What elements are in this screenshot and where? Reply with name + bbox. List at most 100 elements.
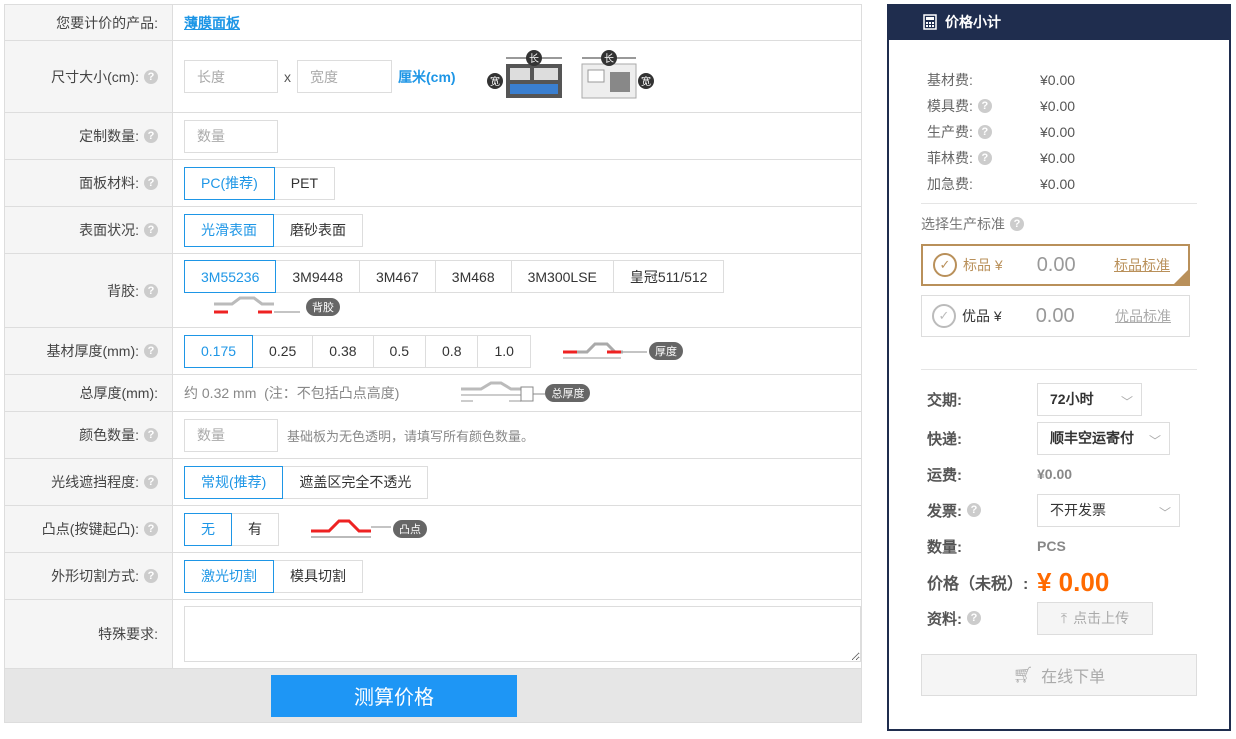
adhesive-option[interactable]: 3M467 [358, 260, 436, 293]
express-row: 快递: 顺丰空运寄付 ﹀ [889, 420, 1229, 456]
cutting-option[interactable]: 激光切割 [184, 559, 274, 593]
svg-text:长: 长 [604, 53, 614, 65]
thickness-label: 基材厚度(mm):? [5, 328, 173, 374]
adhesive-layer-icon [214, 296, 300, 314]
bump-option[interactable]: 有 [231, 512, 279, 546]
length-input[interactable]: 长度 [184, 60, 278, 93]
adhesive-option[interactable]: 3M9448 [275, 260, 360, 293]
product-link[interactable]: 薄膜面板 [184, 13, 240, 33]
total-thickness-tag: 总厚度 [545, 384, 591, 402]
help-icon[interactable]: ? [967, 503, 981, 517]
thickness-layer-icon [562, 342, 647, 359]
material-option[interactable]: PET [273, 166, 336, 200]
help-icon[interactable]: ? [977, 99, 992, 113]
quote-form: 您要计价的产品: 薄膜面板 尺寸大小(cm):? 长度 x 宽度 厘米(cm) … [4, 4, 862, 723]
standard-option-selected[interactable]: ✓ 标品 ¥ 0.00 标品标准 [921, 244, 1190, 286]
special-label: 特殊要求: [5, 600, 173, 668]
quantity-input[interactable]: 数量 [184, 119, 278, 153]
thickness-option[interactable]: 1.0 [477, 334, 531, 368]
summary-title: 价格小计 [945, 14, 1001, 30]
standard-title: 选择生产标准? [889, 204, 1229, 244]
upload-button[interactable]: ⤒ 点击上传 [1037, 601, 1153, 635]
thickness-option[interactable]: 0.175 [184, 334, 254, 368]
calc-row: 测算价格 [5, 669, 861, 723]
help-icon[interactable]: ? [144, 176, 158, 190]
selected-corner-icon [1172, 268, 1190, 286]
thickness-option[interactable]: 0.5 [372, 334, 427, 368]
row-cutting: 外形切割方式:? 激光切割 模具切割 [5, 553, 861, 600]
total-thickness-icon [461, 381, 546, 402]
help-icon[interactable]: ? [144, 283, 158, 298]
colors-note: 基础板为无色透明，请填写所有颜色数量。 [287, 428, 535, 444]
bump-option[interactable]: 无 [184, 512, 232, 546]
row-bump: 凸点(按键起凸):? 无 有 凸点 [5, 506, 861, 553]
order-online-button[interactable]: 🛒︎ 在线下单 [921, 654, 1197, 696]
upload-icon: ⤒ [1060, 609, 1068, 626]
colors-label: 颜色数量:? [5, 412, 173, 458]
shipping-row: 运费: ¥0.00 [927, 466, 1073, 484]
thickness-option[interactable]: 0.25 [252, 334, 314, 368]
standard-link[interactable]: 优品标准 [1115, 306, 1171, 326]
total-price: ¥ 0.00 [1037, 566, 1110, 597]
calculator-icon [923, 14, 937, 30]
help-icon[interactable]: ? [977, 151, 992, 165]
fee-row: 模具费:? ¥0.00 [927, 98, 1076, 114]
chevron-down-icon: ﹀ [1158, 505, 1171, 520]
row-special: 特殊要求: [5, 600, 861, 669]
help-icon[interactable]: ? [144, 569, 158, 583]
row-colors: 颜色数量:? 数量 基础板为无色透明，请填写所有颜色数量。 [5, 412, 861, 459]
shading-option[interactable]: 遮盖区完全不透光 [282, 465, 429, 499]
help-icon[interactable]: ? [144, 129, 158, 143]
svg-text:宽: 宽 [490, 75, 500, 88]
help-icon[interactable]: ? [144, 344, 158, 358]
shading-option[interactable]: 常规(推荐) [184, 465, 284, 499]
help-icon[interactable]: ? [1010, 217, 1024, 231]
qty-row: 数量: PCS [927, 538, 1066, 556]
express-select[interactable]: 顺丰空运寄付 ﹀ [1037, 421, 1170, 455]
price-row: 价格（未税）: ¥ 0.00 [927, 566, 1110, 597]
help-icon[interactable]: ? [977, 125, 992, 139]
row-material: 面板材料:? PC(推荐) PET [5, 160, 861, 207]
price-summary-panel: 价格小计 基材费: ¥0.00 模具费:? ¥0.00 生产费:? ¥0.00 菲林费… [887, 4, 1231, 731]
calc-price-button[interactable]: 测算价格 [271, 674, 517, 717]
cutting-label: 外形切割方式:? [5, 553, 173, 599]
fee-row: 生产费:? ¥0.00 [927, 124, 1076, 140]
check-icon: ✓ [933, 253, 957, 277]
surface-option[interactable]: 磨砂表面 [273, 213, 363, 247]
surface-option[interactable]: 光滑表面 [184, 213, 274, 247]
row-thickness: 基材厚度(mm):? 0.175 0.25 0.38 0.5 0.8 1.0 厚… [5, 328, 861, 375]
help-icon[interactable]: ? [144, 223, 158, 237]
adhesive-option[interactable]: 3M55236 [184, 260, 277, 293]
chevron-down-icon: ﹀ [1120, 394, 1133, 409]
adhesive-option[interactable]: 皇冠511/512 [612, 260, 725, 293]
total-thickness-value: 约 0.32 mm (注：不包括凸点高度) [184, 385, 400, 401]
row-surface: 表面状况:? 光滑表面 磨砂表面 [5, 207, 861, 254]
adhesive-option[interactable]: 3M468 [434, 260, 512, 293]
size-diagram-icon: 长 宽 长 宽 [486, 49, 654, 98]
thickness-option[interactable]: 0.38 [312, 334, 374, 368]
help-icon[interactable]: ? [144, 428, 158, 442]
product-label: 您要计价的产品: [5, 5, 173, 40]
docs-row: 资料:? ⤒ 点击上传 [889, 600, 1229, 636]
quantity-label: 定制数量:? [5, 113, 173, 159]
thickness-option[interactable]: 0.8 [425, 334, 479, 368]
invoice-select[interactable]: 不开发票 ﹀ [1037, 493, 1180, 527]
material-option[interactable]: PC(推荐) [184, 166, 275, 200]
bump-label: 凸点(按键起凸):? [5, 506, 173, 552]
width-input[interactable]: 宽度 [297, 60, 392, 93]
help-icon[interactable]: ? [144, 475, 158, 489]
help-icon[interactable]: ? [144, 522, 158, 536]
surface-label: 表面状况:? [5, 207, 173, 253]
invoice-row: 发票:? 不开发票 ﹀ [889, 492, 1229, 528]
svg-text:宽: 宽 [641, 75, 651, 88]
standard-link[interactable]: 标品标准 [1114, 255, 1170, 275]
delivery-select[interactable]: 72小时 ﹀ [1037, 382, 1142, 416]
cutting-option[interactable]: 模具切割 [273, 559, 363, 593]
help-icon[interactable]: ? [144, 69, 158, 84]
shading-label: 光线遮挡程度:? [5, 459, 173, 505]
standard-option[interactable]: ✓ 优品 ¥ 0.00 优品标准 [921, 295, 1190, 337]
adhesive-option[interactable]: 3M300LSE [510, 260, 614, 293]
colors-input[interactable]: 数量 [184, 418, 278, 452]
help-icon[interactable]: ? [967, 611, 981, 625]
special-textarea[interactable] [184, 606, 861, 662]
